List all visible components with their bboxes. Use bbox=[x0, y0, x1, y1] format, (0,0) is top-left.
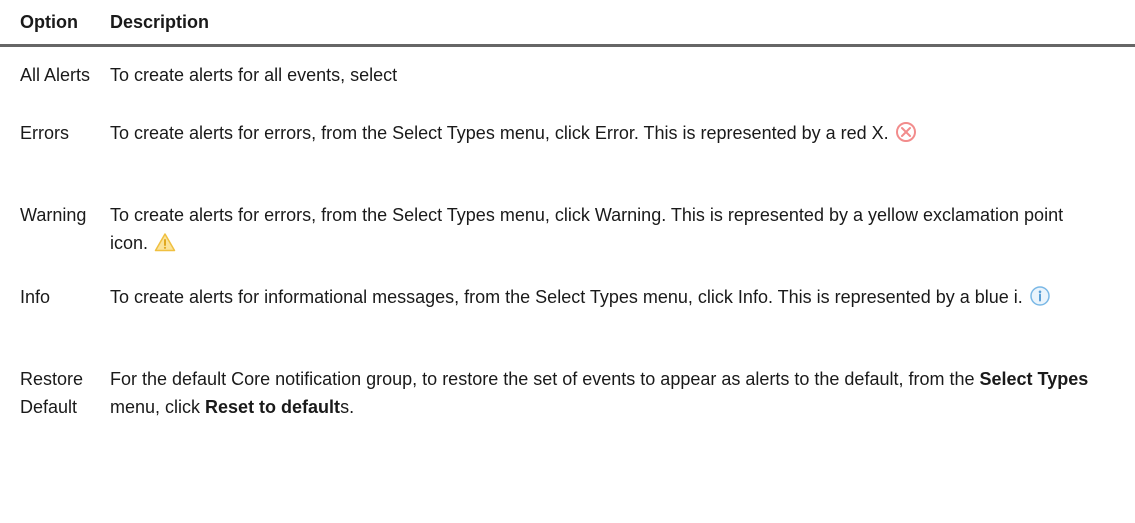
table-row: Errors To create alerts for errors, from… bbox=[0, 119, 1135, 201]
description-errors-cell: To create alerts for errors, from the Se… bbox=[110, 119, 1135, 147]
option-errors: Errors bbox=[20, 123, 69, 143]
reset-to-default-label: Reset to default bbox=[205, 397, 341, 417]
table-row: All Alerts To create alerts for all even… bbox=[0, 61, 1135, 119]
warning-icon bbox=[154, 232, 176, 252]
description-restore-part1: For the default Core notification group,… bbox=[110, 369, 980, 389]
description-info: To create alerts for informational messa… bbox=[110, 287, 1023, 307]
description-all-alerts: To create alerts for all events, select bbox=[110, 65, 398, 85]
description-info-cell: To create alerts for informational messa… bbox=[110, 283, 1135, 311]
select-types-label: Select Types bbox=[979, 369, 1089, 389]
description-warning-cell: To create alerts for errors, from the Se… bbox=[110, 201, 1135, 257]
option-all-alerts: All Alerts bbox=[20, 65, 91, 85]
info-icon bbox=[1029, 285, 1051, 307]
option-restore-default: Restore Default bbox=[20, 369, 84, 417]
table-row: Info To create alerts for informational … bbox=[0, 283, 1135, 365]
description-restore-part2: menu, click bbox=[110, 397, 206, 417]
header-description: Description bbox=[110, 11, 210, 32]
table-header-row: Option Description bbox=[0, 0, 1135, 47]
error-icon bbox=[895, 121, 917, 143]
header-option: Option bbox=[20, 11, 78, 32]
description-restore-part3: s. bbox=[340, 397, 355, 417]
options-table: Option Description All Alerts To create … bbox=[0, 0, 1135, 425]
description-restore-default: For the default Core notification group,… bbox=[110, 365, 1135, 421]
table-row: Warning To create alerts for errors, fro… bbox=[0, 201, 1135, 283]
option-info: Info bbox=[20, 287, 51, 307]
table-row: Restore Default For the default Core not… bbox=[0, 365, 1135, 425]
option-warning: Warning bbox=[20, 205, 87, 225]
description-warning: To create alerts for errors, from the Se… bbox=[110, 205, 1064, 253]
description-errors: To create alerts for errors, from the Se… bbox=[110, 123, 889, 143]
